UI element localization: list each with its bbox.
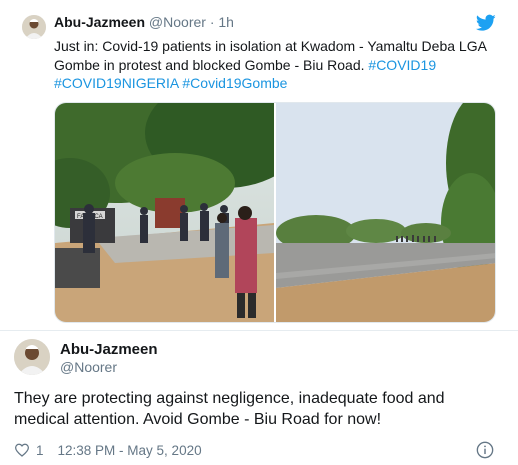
info-icon[interactable] [476,441,494,459]
parent-text-line2: Gombe in protest and blocked Gombe - Biu… [54,56,502,75]
tweet-timestamp[interactable]: 12:38 PM - May 5, 2020 [58,443,202,458]
tweet-embed: Abu-Jazmeen @Noorer · 1h Just in: Covid-… [0,0,518,465]
parent-tweet[interactable]: Abu-Jazmeen @Noorer · 1h Just in: Covid-… [0,0,518,332]
parent-time[interactable]: 1h [218,14,234,30]
parent-header: Abu-Jazmeen @Noorer · 1h [54,14,234,30]
separator-dot: · [209,14,215,30]
parent-text-line1: Just in: Covid-19 patients in isolation … [54,38,487,54]
twitter-bird-icon[interactable] [476,14,496,32]
parent-text-line2-plain: Gombe in protest and blocked Gombe - Biu… [54,56,369,73]
photo-blocked-road[interactable] [276,103,496,323]
like-count[interactable]: 1 [36,443,44,458]
hashtag-covid19nigeria[interactable]: #COVID19NIGERIA [54,75,179,91]
main-avatar[interactable] [14,339,50,375]
parent-author-handle[interactable]: @Noorer [149,14,206,30]
main-tweet-text: They are protecting against negligence, … [14,390,445,428]
tweet-footer: 1 12:38 PM - May 5, 2020 [14,441,202,459]
parent-text-line3: #COVID19NIGERIA #Covid19Gombe [54,74,502,93]
media-grid: FABRICA [54,102,496,323]
parent-author-name[interactable]: Abu-Jazmeen [54,14,145,30]
hashtag-covid19[interactable]: #COVID19 [368,57,436,73]
heart-icon[interactable] [14,443,30,457]
main-author-handle[interactable]: @Noorer [60,359,117,375]
parent-avatar[interactable] [22,15,46,39]
photo-crowd-protest[interactable]: FABRICA [55,103,274,323]
main-author-name[interactable]: Abu-Jazmeen [60,341,158,358]
tweet-divider [0,330,518,331]
parent-tweet-text: Just in: Covid-19 patients in isolation … [54,37,502,93]
hashtag-covid19gombe[interactable]: #Covid19Gombe [182,75,287,91]
